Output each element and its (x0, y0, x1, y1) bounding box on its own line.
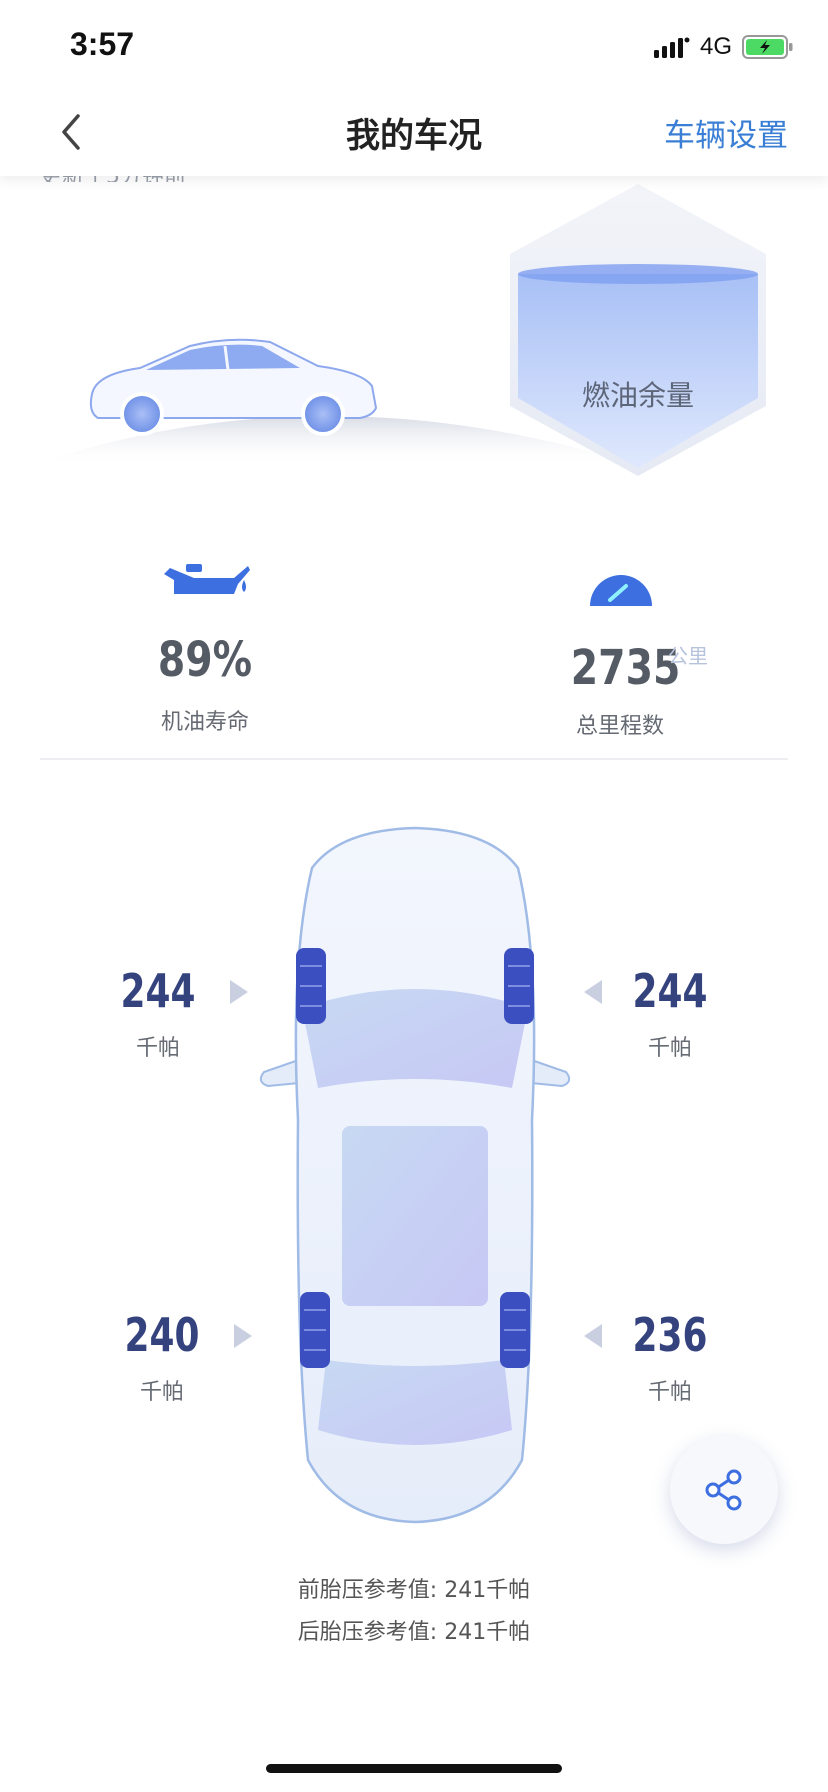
home-indicator (266, 1764, 562, 1773)
total-mileage-value: 2735 (570, 640, 681, 696)
arrow-right-icon (230, 980, 248, 1004)
front-right-pressure-unit: 千帕 (647, 1036, 692, 1061)
speedometer-icon (590, 575, 652, 606)
front-left-pressure-unit: 千帕 (135, 1036, 180, 1061)
total-mileage-label: 总里程数 (575, 714, 664, 739)
arrow-left-icon (584, 980, 602, 1004)
rear-left-pressure-unit: 千帕 (139, 1380, 184, 1405)
car-top-view-illustration (259, 826, 571, 1524)
mileage-unit: 公里 (668, 644, 708, 668)
network-label: 4G (699, 33, 732, 60)
front-left-pressure-value: 244 (120, 964, 196, 1018)
rear-tire-reference: 后胎压参考值: 241千帕 (297, 1620, 531, 1645)
oil-life-value: 89% (157, 632, 253, 688)
status-indicators: 4G (653, 32, 794, 62)
vehicle-settings-button[interactable]: 车辆设置 (664, 110, 788, 155)
front-right-pressure-value: 244 (632, 964, 708, 1018)
fuel-level-label: 燃油余量 (581, 379, 694, 412)
signal-icon (653, 37, 690, 58)
arrow-left-icon (584, 1324, 602, 1348)
front-tire-reference: 前胎压参考值: 241千帕 (297, 1578, 531, 1603)
arrow-right-icon (234, 1324, 252, 1348)
oil-can-icon (164, 564, 250, 594)
rear-left-pressure-value: 240 (124, 1308, 200, 1362)
nav-bar: 我的车况 车辆设置 (0, 84, 828, 176)
share-icon (705, 1469, 742, 1511)
battery-icon (742, 35, 793, 59)
share-button[interactable] (670, 1436, 778, 1544)
oil-life-label: 机油寿命 (160, 710, 249, 735)
car-hero-illustration (30, 184, 766, 476)
status-time: 3:57 (70, 26, 135, 62)
divider (40, 758, 788, 760)
rear-right-pressure-value: 236 (632, 1308, 708, 1362)
rear-right-pressure-unit: 千帕 (647, 1380, 692, 1405)
